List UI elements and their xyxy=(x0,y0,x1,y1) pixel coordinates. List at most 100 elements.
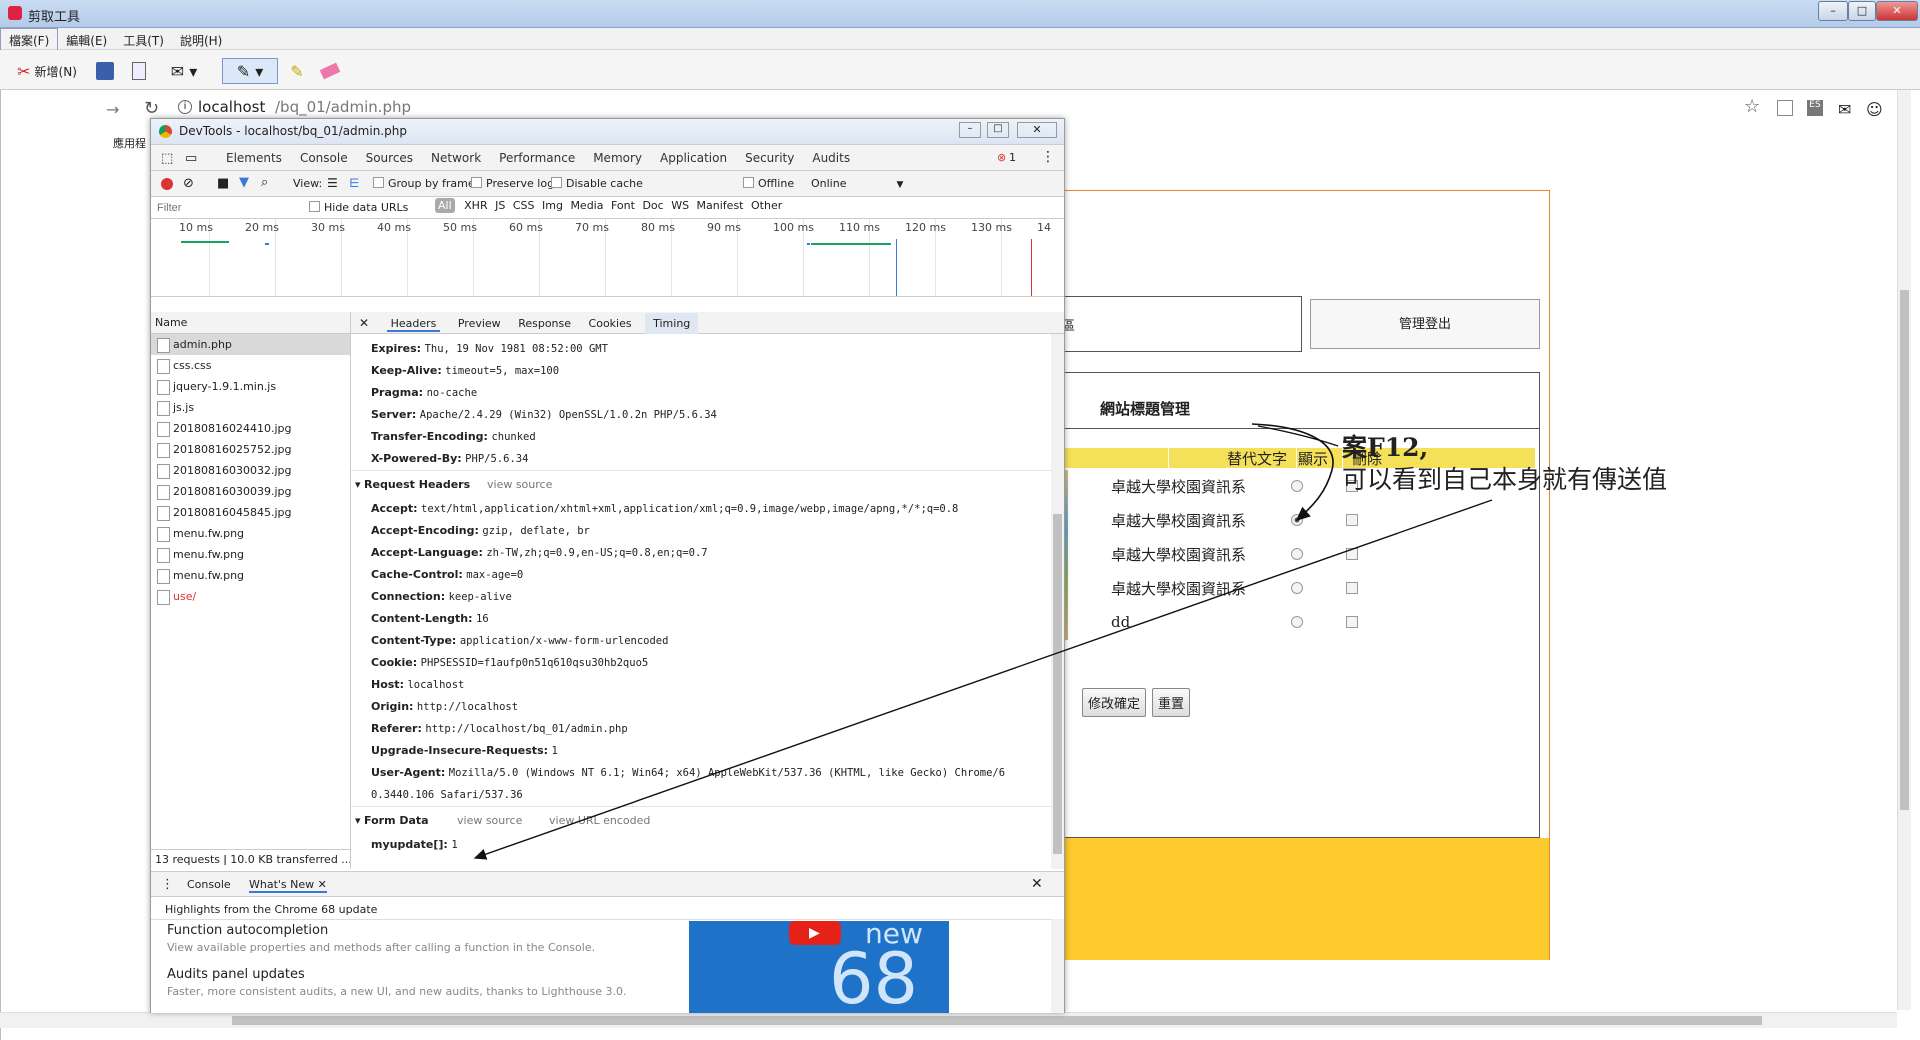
bookmarks-apps[interactable]: 應用程 xyxy=(113,135,146,151)
request-row[interactable]: jquery-1.9.1.min.js xyxy=(151,376,350,397)
horizontal-scrollbar[interactable] xyxy=(0,1012,1897,1028)
clear-icon[interactable]: ⊘ xyxy=(183,176,194,191)
view-url-encoded-link[interactable]: view URL encoded xyxy=(549,810,650,832)
page-scrollbar[interactable] xyxy=(1897,90,1911,1010)
inspect-icon[interactable]: ⬚ xyxy=(161,151,173,166)
display-radio[interactable] xyxy=(1291,480,1303,492)
delete-checkbox[interactable] xyxy=(1346,514,1358,526)
request-row[interactable]: 20180816024410.jpg xyxy=(151,418,350,439)
filter-icon[interactable]: ▼ xyxy=(239,175,249,190)
filter-other[interactable]: Other xyxy=(751,199,782,212)
request-row[interactable]: 20180816045845.jpg xyxy=(151,502,350,523)
eraser-icon[interactable] xyxy=(316,58,344,84)
offline-toggle[interactable]: Offline xyxy=(743,177,794,190)
drawer-tab-whats-new[interactable]: What's New ✕ xyxy=(249,878,327,893)
request-row[interactable]: 20180816025752.jpg xyxy=(151,439,350,460)
reset-button[interactable]: 重置 xyxy=(1152,688,1191,717)
maximize-button[interactable]: □ xyxy=(1848,1,1876,21)
request-row[interactable]: menu.fw.png xyxy=(151,523,350,544)
minimize-button[interactable]: – xyxy=(1818,1,1848,21)
preserve-log-toggle[interactable]: Preserve log xyxy=(471,177,554,190)
filter-media[interactable]: Media xyxy=(570,199,603,212)
network-overview[interactable]: 10 ms 20 ms 30 ms 40 ms 50 ms 60 ms 70 ms 80 ms… xyxy=(151,219,1064,297)
drawer-menu-icon[interactable]: ⋮ xyxy=(161,877,174,892)
hide-data-urls-toggle[interactable]: Hide data URLs xyxy=(309,201,408,214)
filter-ws[interactable]: WS xyxy=(671,199,689,212)
delete-checkbox[interactable] xyxy=(1346,616,1358,628)
mail-extension-icon[interactable]: ✉ xyxy=(1838,100,1851,119)
info-icon[interactable]: i xyxy=(178,100,192,114)
tab-elements[interactable]: Elements xyxy=(217,145,291,171)
large-rows-icon[interactable]: ☰ xyxy=(327,176,338,190)
section-header[interactable]: ▾ Form Data xyxy=(355,810,429,832)
filter-manifest[interactable]: Manifest xyxy=(697,199,744,212)
tab-sources[interactable]: Sources xyxy=(357,145,422,171)
close-drawer-icon[interactable]: ✕ xyxy=(1031,876,1043,892)
menu-tools[interactable]: 工具(T) xyxy=(115,29,172,52)
close-tab-icon[interactable]: ✕ xyxy=(318,878,327,891)
es-extension-icon[interactable]: ES xyxy=(1807,100,1823,116)
request-row[interactable]: menu.fw.png xyxy=(151,544,350,565)
throttle-select[interactable]: Online ▼ xyxy=(811,177,903,190)
request-row[interactable]: use/ xyxy=(151,586,350,607)
headers-scrollbar[interactable] xyxy=(1051,334,1064,869)
filter-xhr[interactable]: XHR xyxy=(464,199,487,212)
display-radio-selected[interactable] xyxy=(1291,514,1303,526)
tab-security[interactable]: Security xyxy=(736,145,803,171)
dt-restore-button[interactable]: □ xyxy=(987,122,1009,138)
name-column-header[interactable]: Name xyxy=(151,312,351,334)
group-by-frame-toggle[interactable]: Group by frame xyxy=(373,177,475,190)
pen-icon[interactable]: ✎ ▾ xyxy=(222,58,278,84)
menu-edit[interactable]: 編輯(E) xyxy=(58,29,115,52)
view-source-link[interactable]: view source xyxy=(487,474,552,496)
camera-icon[interactable]: ■ xyxy=(217,176,229,191)
request-row[interactable]: 20180816030032.jpg xyxy=(151,460,350,481)
filter-img[interactable]: Img xyxy=(542,199,563,212)
view-source-link[interactable]: view source xyxy=(457,810,522,832)
waterfall-icon[interactable]: ⋿ xyxy=(349,176,359,190)
dt-close-button[interactable]: ✕ xyxy=(1017,122,1057,138)
section-header[interactable]: ▾ Request Headers xyxy=(355,474,470,496)
close-detail-icon[interactable]: ✕ xyxy=(359,316,369,330)
filter-all[interactable]: All xyxy=(435,198,455,213)
display-radio[interactable] xyxy=(1291,616,1303,628)
tab-audits[interactable]: Audits xyxy=(803,145,859,171)
star-icon[interactable]: ☆ xyxy=(1744,96,1760,117)
device-toggle-icon[interactable]: ▭ xyxy=(185,151,197,166)
tab-preview[interactable]: Preview xyxy=(458,317,501,330)
send-icon[interactable]: ✉ ▾ xyxy=(164,58,204,84)
tab-timing[interactable]: Timing xyxy=(645,313,699,334)
request-row[interactable]: js.js xyxy=(151,397,350,418)
close-button[interactable]: ✕ xyxy=(1876,1,1918,21)
tab-response[interactable]: Response xyxy=(518,317,571,330)
more-menu-icon[interactable]: ⋮ xyxy=(1041,149,1055,165)
request-row[interactable]: menu.fw.png xyxy=(151,565,350,586)
filter-doc[interactable]: Doc xyxy=(642,199,663,212)
search-icon[interactable]: ⌕ xyxy=(261,175,268,190)
tab-network[interactable]: Network xyxy=(422,145,491,173)
whats-new-scrollbar[interactable] xyxy=(1051,919,1064,1013)
filter-js[interactable]: JS xyxy=(495,199,505,212)
tab-console[interactable]: Console xyxy=(291,145,357,171)
profile-icon[interactable]: ☺ xyxy=(1866,100,1883,119)
delete-checkbox[interactable] xyxy=(1346,582,1358,594)
display-radio[interactable] xyxy=(1291,582,1303,594)
tab-application[interactable]: Application xyxy=(651,145,736,171)
dt-minimize-button[interactable]: – xyxy=(959,122,981,138)
filter-font[interactable]: Font xyxy=(611,199,635,212)
feature-title[interactable]: Function autocompletion xyxy=(167,923,328,938)
feature-title[interactable]: Audits panel updates xyxy=(167,967,305,982)
filter-input[interactable] xyxy=(157,200,297,216)
drawer-tab-console[interactable]: Console xyxy=(187,878,231,891)
highlighter-icon[interactable]: ✎ xyxy=(284,58,310,84)
menu-help[interactable]: 說明(H) xyxy=(172,29,230,52)
request-row[interactable]: admin.php xyxy=(151,334,350,355)
filter-css[interactable]: CSS xyxy=(513,199,535,212)
error-icon[interactable]: ⊗ xyxy=(997,151,1006,164)
save-icon[interactable] xyxy=(92,58,118,84)
tab-headers[interactable]: Headers xyxy=(386,317,441,332)
request-row[interactable]: 20180816030039.jpg xyxy=(151,481,350,502)
copy-icon[interactable] xyxy=(126,58,152,84)
tab-cookies[interactable]: Cookies xyxy=(589,317,632,330)
logout-button[interactable]: 管理登出 xyxy=(1310,299,1540,349)
